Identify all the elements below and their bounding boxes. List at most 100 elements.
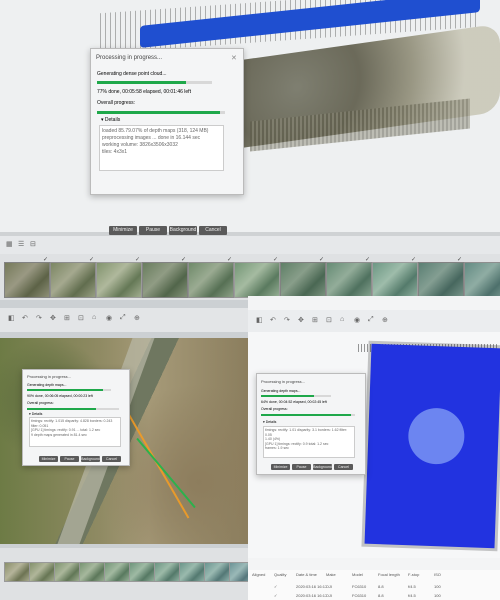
table-cell: 8.8 bbox=[378, 584, 384, 589]
photo-thumbnail[interactable] bbox=[204, 562, 230, 582]
cancel-button[interactable]: Cancel bbox=[199, 226, 227, 235]
photo-thumbnail[interactable] bbox=[179, 562, 205, 582]
toolbar-tool-icon[interactable]: ◧ bbox=[256, 316, 263, 324]
photo-thumbnail[interactable]: ✓ bbox=[464, 262, 500, 298]
task-progress-fill bbox=[97, 81, 186, 84]
dialog-title: Processing in progress... bbox=[27, 374, 72, 379]
photos-toolbar: ▦ ☰ ⊟ bbox=[0, 236, 500, 254]
toolbar-tool-icon[interactable]: ↷ bbox=[36, 314, 42, 322]
table-cell: FC6310 bbox=[352, 593, 367, 598]
table-cell: 2020:03:16 16:17 bbox=[296, 584, 326, 589]
dense-cloud-model[interactable] bbox=[364, 343, 500, 549]
list-icon[interactable]: ☰ bbox=[18, 240, 24, 248]
table-cell: 8.8 bbox=[378, 593, 384, 598]
photo-thumbnail[interactable]: ✓ bbox=[326, 257, 372, 298]
navigation-sphere bbox=[407, 407, 466, 466]
pause-button[interactable]: Pause bbox=[60, 456, 79, 462]
toolbar-tool-icon[interactable]: ⊡ bbox=[78, 314, 84, 322]
table-header: Aligned bbox=[252, 572, 266, 577]
toolbar-tool-icon[interactable]: ⊞ bbox=[64, 314, 70, 322]
task-progress-bar bbox=[97, 81, 212, 84]
details-line: timings: rectify: 1.01 disparity: 3.1 bo… bbox=[265, 428, 348, 437]
minimize-button[interactable]: Minimize bbox=[109, 226, 137, 235]
dialog-title: Processing in progress... bbox=[261, 379, 306, 384]
photo-thumbnail[interactable] bbox=[79, 562, 105, 582]
pause-button[interactable]: Pause bbox=[292, 464, 311, 470]
photo-thumbnail[interactable] bbox=[104, 562, 130, 582]
details-label: Details bbox=[265, 420, 277, 424]
task-progress-bar bbox=[261, 395, 331, 397]
toolbar-tool-icon[interactable]: ◉ bbox=[106, 314, 112, 322]
dialog-title: Processing in progress... bbox=[96, 55, 163, 61]
table-header: Date & time bbox=[296, 572, 317, 577]
details-line: timings: rectify: 1.015 disparity: 4.828… bbox=[31, 419, 113, 428]
checkmark-icon: ✓ bbox=[88, 257, 94, 263]
toolbar-tool-icon[interactable]: ⤢ bbox=[368, 316, 374, 324]
details-line: preprocessing images ... done in 16.144 … bbox=[102, 135, 201, 141]
background-button[interactable]: Background bbox=[169, 226, 197, 235]
checkmark-icon: ✓ bbox=[180, 257, 186, 263]
background-button[interactable]: Background bbox=[313, 464, 332, 470]
toolbar-tool-icon[interactable]: ⊕ bbox=[134, 314, 140, 322]
toolbar-tool-icon[interactable]: ✥ bbox=[298, 316, 304, 324]
pause-button[interactable]: Pause bbox=[139, 226, 167, 235]
toolbar-tool-icon[interactable]: ↷ bbox=[284, 316, 290, 324]
photo-thumbnail[interactable] bbox=[29, 562, 55, 582]
photo-thumbnail[interactable] bbox=[4, 562, 30, 582]
photo-thumbnail[interactable]: ✓ bbox=[4, 257, 50, 298]
details-line: 9 depth maps generated in 81.4 sec bbox=[31, 432, 87, 437]
photo-info-table: Aligned Quality Date & time Make Model Focal … bbox=[248, 570, 500, 600]
photo-thumbnail[interactable] bbox=[129, 562, 155, 582]
toolbar-tool-icon[interactable]: ↶ bbox=[22, 314, 28, 322]
toolbar-tool-icon[interactable]: ⊕ bbox=[382, 316, 388, 324]
toolbar-tool-icon[interactable]: ⊞ bbox=[312, 316, 318, 324]
checkmark-icon: ✓ bbox=[42, 257, 48, 263]
toolbar-tool-icon[interactable]: ◉ bbox=[354, 316, 360, 324]
table-header: ISO bbox=[434, 572, 441, 577]
photo-thumbnail[interactable] bbox=[54, 562, 80, 582]
minimize-button[interactable]: Minimize bbox=[271, 464, 290, 470]
cancel-button[interactable]: Cancel bbox=[334, 464, 353, 470]
task-progress-bar bbox=[27, 389, 111, 391]
details-toggle[interactable]: ▾ Details bbox=[29, 412, 42, 416]
photo-thumbnail[interactable]: ✓ bbox=[280, 257, 326, 298]
photo-thumbnail[interactable]: ✓ bbox=[418, 257, 464, 298]
processing-dialog-right: Processing in progress... Generating dep… bbox=[256, 373, 366, 475]
processing-dialog-top: Processing in progress... ✕ Generating d… bbox=[90, 48, 244, 235]
task-status: 90% done, 00:06:05 elapsed, 00:00:23 lef… bbox=[27, 394, 93, 398]
cancel-button[interactable]: Cancel bbox=[102, 456, 121, 462]
details-toggle[interactable]: ▾ Details bbox=[101, 117, 120, 123]
background-button[interactable]: Background bbox=[81, 456, 100, 462]
details-label: Details bbox=[104, 117, 121, 123]
toolbar-tool-icon[interactable]: ⤢ bbox=[120, 314, 126, 322]
overall-label: Overall progress: bbox=[97, 100, 136, 106]
processing-dialog-left: Processing in progress... Generating dep… bbox=[22, 369, 130, 466]
task-status: 77% done, 00:05:58 elapsed, 00:01:46 lef… bbox=[97, 89, 191, 95]
photo-thumbnail[interactable]: ✓ bbox=[234, 257, 280, 298]
toolbar-tool-icon[interactable]: ✥ bbox=[50, 314, 56, 322]
minimize-button[interactable]: Minimize bbox=[39, 456, 58, 462]
details-line: frames: 1.9 sec bbox=[265, 446, 289, 450]
photo-thumbnail[interactable]: ✓ bbox=[188, 257, 234, 298]
toolbar-tool-icon[interactable]: ⊡ bbox=[326, 316, 332, 324]
toolbar-tool-icon[interactable]: ◧ bbox=[8, 314, 15, 322]
table-header: Focal length bbox=[378, 572, 400, 577]
close-icon[interactable]: ✕ bbox=[231, 54, 237, 62]
photo-thumbnail[interactable] bbox=[154, 562, 180, 582]
details-toggle[interactable]: ▾ Details bbox=[263, 420, 276, 424]
toolbar-tool-icon[interactable]: ↶ bbox=[270, 316, 276, 324]
details-icon[interactable]: ⊟ bbox=[30, 240, 36, 248]
task-label: Generating depth maps... bbox=[261, 389, 301, 393]
photo-thumbnail[interactable]: ✓ bbox=[96, 257, 142, 298]
table-header: Quality bbox=[274, 572, 287, 577]
details-line: tiles: 4x3x1 bbox=[102, 149, 128, 155]
left-toolbar: ◧ ↶ ↷ ✥ ⊞ ⊡ ⌂ ◉ ⤢ ⊕ bbox=[0, 308, 248, 332]
toolbar-tool-icon[interactable]: ⌂ bbox=[92, 314, 96, 321]
photo-thumbnail[interactable]: ✓ bbox=[142, 257, 188, 298]
left-thumbnail-strip bbox=[0, 548, 255, 600]
grid-icon[interactable]: ▦ bbox=[6, 240, 13, 248]
photo-thumbnail[interactable]: ✓ bbox=[50, 257, 96, 298]
toolbar-tool-icon[interactable]: ⌂ bbox=[340, 316, 344, 323]
details-log: timings: rectify: 1.01 disparity: 3.1 bo… bbox=[263, 426, 355, 458]
photo-thumbnail[interactable]: ✓ bbox=[372, 257, 418, 298]
